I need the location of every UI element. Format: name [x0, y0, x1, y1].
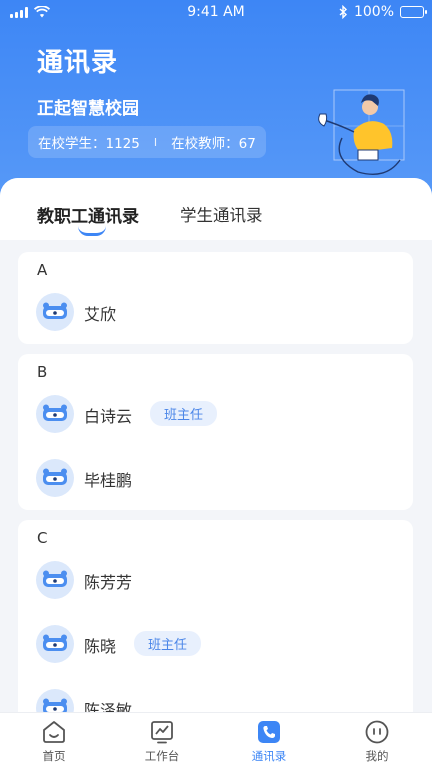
avatar-icon	[36, 561, 74, 599]
bottom-tab-bar: 首页 工作台 通讯录 我的	[0, 712, 432, 768]
active-tab-indicator	[78, 226, 106, 236]
contact-group-c: C 陈芳芳 陈晓 班主任 陈泽敏	[18, 520, 413, 713]
person-illustration-icon	[318, 89, 405, 175]
contact-row[interactable]: 白诗云 班主任	[18, 384, 413, 444]
contact-name: 陈芳芳	[84, 573, 133, 592]
contact-group-a: A 艾欣	[18, 252, 413, 344]
avatar-icon	[36, 625, 74, 663]
avatar-icon	[36, 293, 74, 331]
battery-icon	[400, 6, 427, 18]
tab-student-directory[interactable]: 学生通讯录	[180, 202, 263, 226]
status-bar: 9:41 AM 100%	[0, 0, 432, 26]
tabbar-label: 首页	[42, 749, 66, 763]
contact-row[interactable]: 陈泽敏	[18, 678, 413, 713]
contact-type-tabs: 教职工通讯录 学生通讯录	[0, 178, 432, 240]
contact-name: 艾欣	[84, 305, 117, 324]
contact-row[interactable]: 毕桂鹏	[18, 448, 413, 508]
avatar-icon	[36, 459, 74, 497]
role-badge: 班主任	[134, 631, 202, 656]
tabbar-label: 我的	[365, 749, 389, 763]
home-face-icon	[43, 721, 65, 743]
tabbar-profile[interactable]: 我的	[342, 719, 412, 764]
tabbar-contacts[interactable]: 通讯录	[234, 719, 304, 764]
contact-row[interactable]: 艾欣	[18, 282, 413, 342]
contact-row[interactable]: 陈芳芳	[18, 550, 413, 610]
tabbar-workbench[interactable]: 工作台	[127, 719, 197, 764]
school-stats: 在校学生：1125 I 在校教师：67	[28, 126, 266, 158]
avatar-icon	[36, 395, 74, 433]
contact-name: 毕桂鹏	[84, 471, 133, 490]
battery-percent: 100%	[353, 4, 394, 20]
chart-board-icon	[151, 721, 173, 744]
student-count: 在校学生：1125	[38, 136, 140, 152]
contact-name: 白诗云	[84, 407, 133, 426]
group-letter: C	[37, 529, 48, 547]
tabbar-label: 工作台	[144, 749, 180, 763]
tabbar-home[interactable]: 首页	[19, 719, 89, 764]
contact-name: 陈泽敏	[84, 701, 133, 713]
group-letter: B	[37, 363, 48, 381]
phone-icon	[258, 721, 280, 743]
avatar-icon	[36, 689, 74, 713]
tab-staff-directory[interactable]: 教职工通讯录	[37, 202, 139, 227]
bluetooth-icon	[339, 5, 347, 19]
group-letter: A	[37, 261, 48, 279]
page-title: 通讯录	[37, 48, 119, 78]
teacher-count: 在校教师：67	[171, 136, 256, 152]
contact-row[interactable]: 陈晓 班主任	[18, 614, 413, 674]
profile-face-icon	[365, 720, 389, 744]
tabbar-label: 通讯录	[251, 749, 287, 763]
contacts-sheet: 教职工通讯录 学生通讯录 A 艾欣 B 白诗云 班主任 毕桂鹏 C 陈芳芳 陈晓…	[0, 178, 432, 713]
role-badge: 班主任	[150, 401, 218, 426]
contact-group-b: B 白诗云 班主任 毕桂鹏	[18, 354, 413, 510]
school-name: 正起智慧校园	[37, 99, 139, 119]
contact-name: 陈晓	[84, 637, 117, 656]
stats-separator: I	[153, 135, 158, 149]
